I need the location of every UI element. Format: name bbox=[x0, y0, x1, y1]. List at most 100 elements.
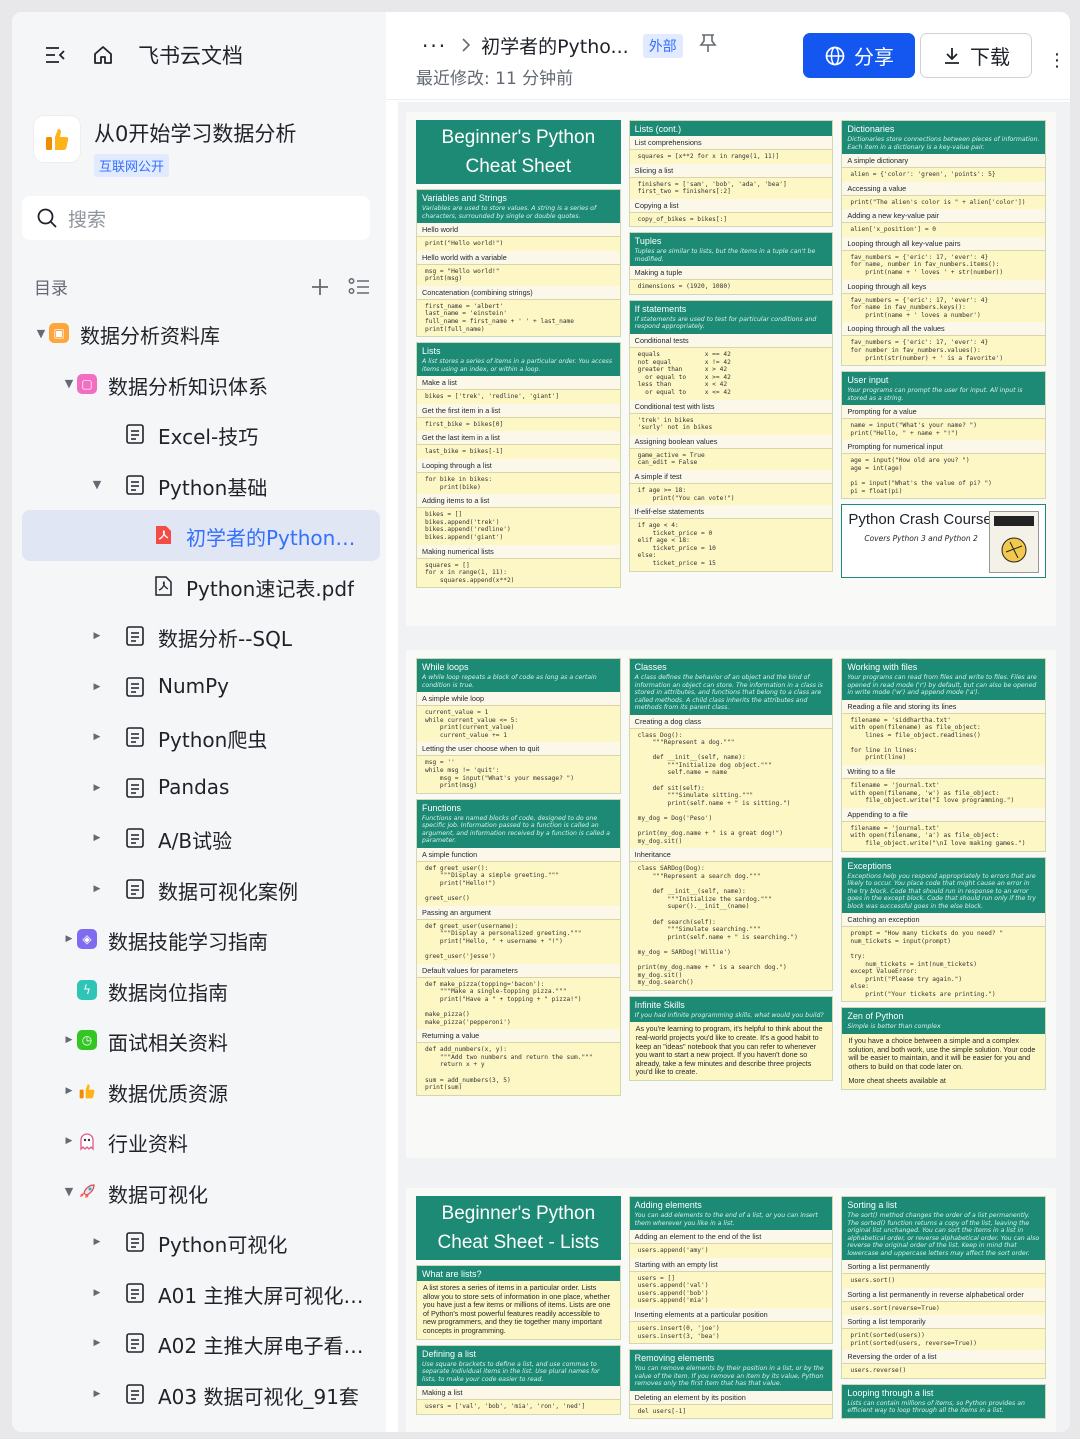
tree-item-10[interactable]: ▶ A/B试验 bbox=[22, 813, 380, 864]
caret-right-icon[interactable]: ▶ bbox=[90, 1387, 104, 1401]
tree-item-11[interactable]: ▶ 数据可视化案例 bbox=[22, 864, 380, 915]
add-icon[interactable] bbox=[310, 277, 330, 297]
example-heading: Get the last item in a list bbox=[417, 431, 620, 446]
tree-item-label: Python速记表.pdf bbox=[186, 576, 355, 601]
tree-item-2[interactable]: Excel-技巧 bbox=[22, 409, 380, 460]
section-intro: Exceptions help you respond appropriatel… bbox=[842, 872, 1046, 914]
tree-item-label: 数据分析资料库 bbox=[80, 324, 220, 348]
cheat-section: Working with files Your programs can read… bbox=[841, 658, 1047, 852]
tree-item-8[interactable]: ▶ Python爬虫 bbox=[22, 712, 380, 763]
example-heading: Letting the user choose when to quit bbox=[417, 742, 620, 757]
code-snippet: alien['x_position'] = 0 bbox=[850, 226, 937, 234]
example-heading: A simple while loop bbox=[417, 692, 620, 706]
tree-item-13[interactable]: ϟ 数据岗位指南 bbox=[22, 965, 380, 1016]
caret-right-icon[interactable]: ▶ bbox=[62, 1033, 76, 1047]
tree-item-0[interactable]: ▼ ▣ 数据分析资料库 bbox=[22, 308, 380, 359]
caret-right-icon[interactable]: ▶ bbox=[90, 1286, 104, 1300]
page2-column-3: Working with files Your programs can read… bbox=[841, 658, 1047, 1150]
list-view-icon[interactable] bbox=[348, 277, 370, 297]
caret-right-icon[interactable]: ▶ bbox=[90, 1235, 104, 1249]
example-heading: Inserting elements at a particular posit… bbox=[629, 1307, 833, 1322]
caret-right-icon[interactable]: ▶ bbox=[90, 629, 104, 643]
search-input[interactable]: 搜索 bbox=[22, 196, 370, 240]
code-snippet: for bike in bikes: print(bike) bbox=[425, 475, 493, 491]
code-snippet: users.insert(0, 'joe') users.insert(3, '… bbox=[637, 1324, 720, 1340]
caret-down-icon[interactable]: ▼ bbox=[62, 377, 76, 391]
section-title: Zen of Python bbox=[842, 1008, 1046, 1024]
caret-down-icon[interactable]: ▼ bbox=[62, 1185, 76, 1199]
green-bolt-icon: ϟ bbox=[76, 979, 98, 1001]
tree-item-3[interactable]: ▼ Python基础 bbox=[22, 460, 380, 511]
example-heading: Writing to a file bbox=[842, 765, 1046, 780]
home-icon[interactable] bbox=[90, 42, 116, 68]
example-heading: Returning a value bbox=[417, 1029, 620, 1044]
tree-item-4[interactable]: 初学者的Python备忘... bbox=[22, 510, 380, 561]
caret-right-icon[interactable]: ▶ bbox=[62, 932, 76, 946]
page1-column-2: Lists (cont.) List comprehensions squares … bbox=[628, 120, 834, 618]
collapse-sidebar-icon[interactable] bbox=[42, 42, 68, 68]
cheat-section: Defining a list Use square brackets to de… bbox=[416, 1344, 621, 1415]
section-intro: Your programs can read from files and wr… bbox=[842, 674, 1046, 700]
caret-right-icon[interactable]: ▶ bbox=[90, 882, 104, 896]
code-snippet: fav_numbers = {'eric': 17, 'ever': 4} fo… bbox=[850, 339, 1004, 362]
caret-right-icon[interactable]: ▶ bbox=[90, 1336, 104, 1350]
caret-down-icon[interactable]: ▼ bbox=[90, 478, 104, 492]
paragraph: More cheat sheets available at bbox=[848, 1076, 946, 1086]
code-snippet: fav_numbers = {'eric': 17, 'ever': 4} fo… bbox=[850, 253, 1004, 276]
example-heading: Deleting an element by its position bbox=[629, 1390, 833, 1405]
page1-column-3: Dictionaries Dictionaries store connectio… bbox=[841, 120, 1047, 618]
caret-right-icon[interactable]: ▶ bbox=[90, 831, 104, 845]
doc-title[interactable]: 初学者的Pytho... bbox=[481, 32, 629, 59]
tree-item-7[interactable]: ▶ NumPy bbox=[22, 662, 380, 713]
tree-item-1[interactable]: ▼ ▢ 数据分析知识体系 bbox=[22, 359, 380, 410]
tree-item-label: A02 主推大屏电子看板... bbox=[158, 1334, 374, 1358]
brand-title[interactable]: 飞书云文档 bbox=[138, 40, 243, 70]
cheat-section: Adding elements You can add elements to t… bbox=[628, 1196, 834, 1345]
tree-item-15[interactable]: ▶ 数据优质资源 bbox=[22, 1066, 380, 1117]
code-snippet: users = [] users.append('val') users.app… bbox=[637, 1274, 709, 1305]
example-heading: If-elif-else statements bbox=[629, 505, 833, 520]
tree-item-16[interactable]: ▶ 行业资料 bbox=[22, 1116, 380, 1167]
caret-right-icon[interactable]: ▶ bbox=[62, 1084, 76, 1098]
section-intro: The sort() method changes the order of a… bbox=[842, 1212, 1046, 1260]
section-title: Looping through a list bbox=[842, 1384, 1046, 1400]
cheat-section: Lists (cont.) List comprehensions squares … bbox=[628, 120, 834, 228]
external-badge: 外部 bbox=[642, 33, 683, 58]
doc-icon bbox=[124, 1332, 146, 1354]
code-snippet: users.append('amy') bbox=[637, 1247, 709, 1254]
tree-item-5[interactable]: Python速记表.pdf bbox=[22, 561, 380, 612]
download-button[interactable]: 下载 bbox=[920, 33, 1032, 78]
cheat-section: What are lists? A list stores a series of… bbox=[416, 1265, 621, 1340]
tree-item-6[interactable]: ▶ 数据分析--SQL bbox=[22, 611, 380, 662]
tree-item-17[interactable]: ▼ 数据可视化 bbox=[22, 1167, 380, 1218]
section-title: Lists bbox=[417, 343, 620, 359]
caret-right-icon[interactable]: ▶ bbox=[90, 680, 104, 694]
tree-item-20[interactable]: ▶ A02 主推大屏电子看板... bbox=[22, 1318, 380, 1369]
tree-item-9[interactable]: ▶ Pandas bbox=[22, 763, 380, 814]
caret-right-icon[interactable]: ▶ bbox=[90, 730, 104, 744]
example-heading: Prompting for a value bbox=[842, 405, 1046, 420]
code-snippet: print("Hello world!") bbox=[425, 240, 504, 247]
share-button[interactable]: 分享 bbox=[803, 33, 915, 78]
tree-item-label: 数据岗位指南 bbox=[108, 980, 228, 1005]
caret-down-icon[interactable]: ▼ bbox=[34, 326, 48, 340]
tree-item-12[interactable]: ▶ ◈ 数据技能学习指南 bbox=[22, 914, 380, 965]
tree-item-19[interactable]: ▶ A01 主推大屏可视化模... bbox=[22, 1268, 380, 1319]
cheat-section: Tuples Tuples are similar to lists, but t… bbox=[628, 232, 834, 295]
pin-icon[interactable] bbox=[699, 33, 717, 58]
caret-right-icon[interactable]: ▶ bbox=[90, 781, 104, 795]
workspace-header[interactable]: 从0开始学习数据分析 互联网公开 bbox=[34, 116, 296, 177]
page1-title-line1: Beginner's Python bbox=[441, 127, 596, 148]
more-icon[interactable]: ··· bbox=[422, 34, 447, 58]
example-heading: Conditional test with lists bbox=[629, 399, 833, 414]
caret-right-icon[interactable]: ▶ bbox=[62, 1134, 76, 1148]
tree-item-21[interactable]: ▶ A03 数据可视化_91套 bbox=[22, 1369, 380, 1420]
overflow-menu-icon[interactable]: ⋮ bbox=[1048, 50, 1066, 71]
section-title: Exceptions bbox=[842, 857, 1046, 873]
section-title: While loops bbox=[417, 659, 620, 674]
code-snippet: def make_pizza(topping='bacon'): """Make… bbox=[425, 980, 582, 1026]
pdf-viewer[interactable]: Beginner's Python Cheat Sheet Variables a… bbox=[398, 102, 1070, 1432]
tree-item-18[interactable]: ▶ Python可视化 bbox=[22, 1217, 380, 1268]
code-snippet: filename = 'siddhartha.txt' with open(fi… bbox=[850, 716, 981, 762]
tree-item-14[interactable]: ▶ ◷ 面试相关资料 bbox=[22, 1015, 380, 1066]
